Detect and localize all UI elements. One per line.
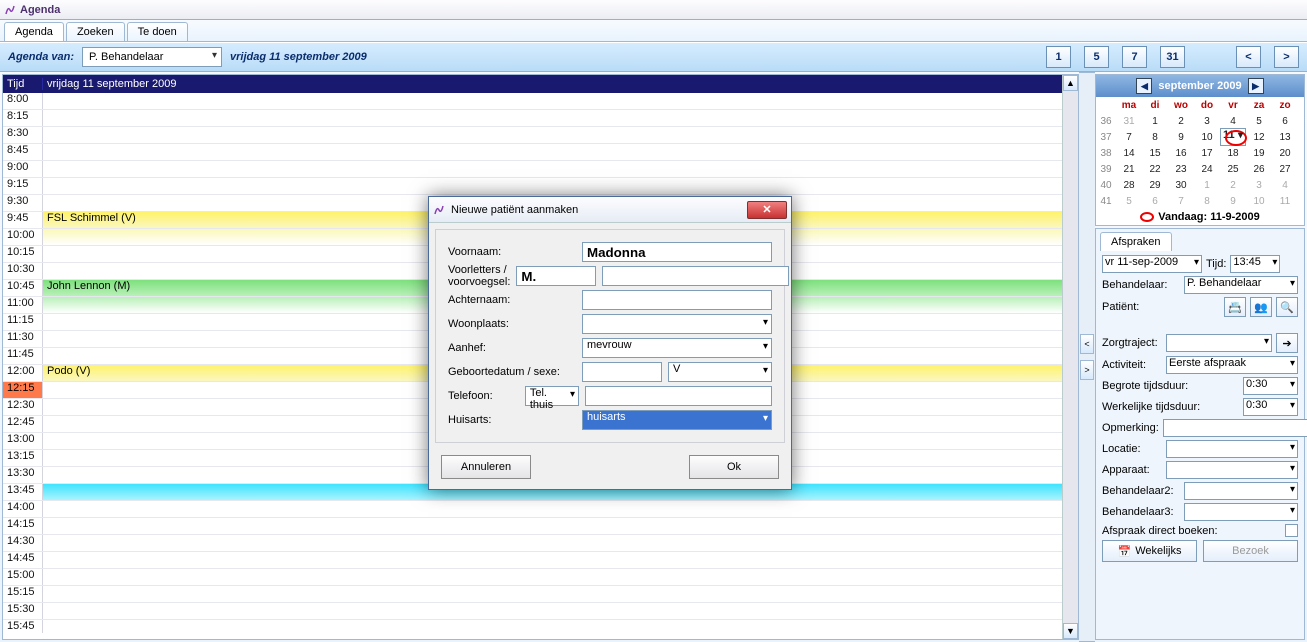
voorletters-input[interactable] xyxy=(516,266,596,286)
voorletters-label: Voorletters / voorvoegsel: xyxy=(448,264,510,288)
aanhef-combo[interactable]: mevrouw xyxy=(582,338,772,358)
huisarts-combo[interactable]: huisarts xyxy=(582,410,772,430)
voornaam-input[interactable] xyxy=(582,242,772,262)
dialog-close-button[interactable]: ✕ xyxy=(747,201,787,219)
voornaam-label: Voornaam: xyxy=(448,246,576,258)
annuleren-button[interactable]: Annuleren xyxy=(441,455,531,479)
telefoon-label: Telefoon: xyxy=(448,390,519,402)
aanhef-label: Aanhef: xyxy=(448,342,576,354)
geboortedatum-input[interactable] xyxy=(582,362,662,382)
sexe-combo[interactable]: V xyxy=(668,362,772,382)
telefoon-input[interactable] xyxy=(585,386,772,406)
new-patient-dialog: Nieuwe patiënt aanmaken ✕ Voornaam: Voor… xyxy=(428,196,792,490)
teltype-combo[interactable]: Tel. thuis xyxy=(525,386,579,406)
woonplaats-label: Woonplaats: xyxy=(448,318,576,330)
huisarts-label: Huisarts: xyxy=(448,414,576,426)
dialog-app-icon xyxy=(433,204,445,216)
ok-button[interactable]: Ok xyxy=(689,455,779,479)
woonplaats-combo[interactable] xyxy=(582,314,772,334)
voorvoegsel-input[interactable] xyxy=(602,266,789,286)
dialog-title: Nieuwe patiënt aanmaken xyxy=(451,204,741,216)
achternaam-label: Achternaam: xyxy=(448,294,576,306)
geboorte-label: Geboortedatum / sexe: xyxy=(448,366,576,378)
achternaam-input[interactable] xyxy=(582,290,772,310)
